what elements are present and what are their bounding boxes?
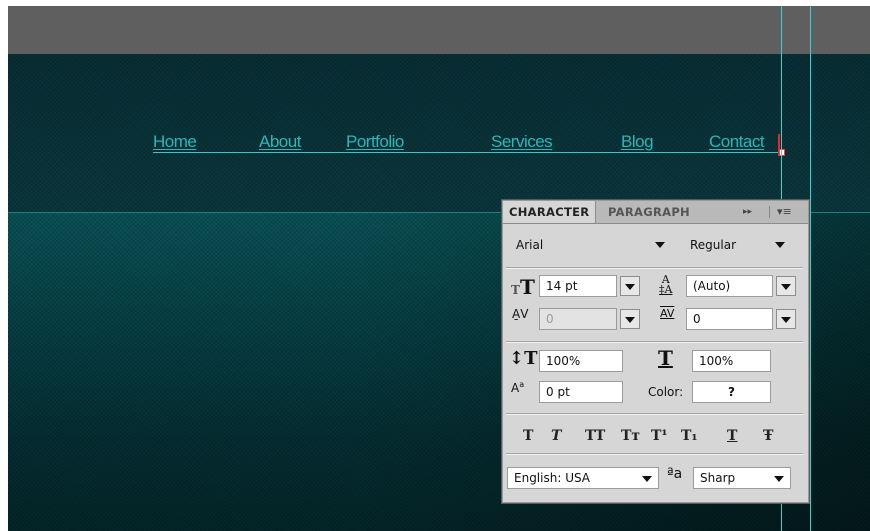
subscript-button[interactable]: T₁ [681, 429, 698, 443]
horizontal-scale-icon: T [658, 346, 673, 370]
color-swatch-value: ? [728, 385, 735, 399]
font-family-dropdown-icon[interactable] [655, 242, 665, 248]
nav-item-portfolio[interactable]: Portfolio [346, 132, 404, 152]
anti-aliasing-select[interactable]: Sharp [693, 467, 791, 489]
header-bar [8, 6, 870, 54]
collapse-panel-icon[interactable]: ▸▸ [743, 201, 752, 223]
panel-menu-icon[interactable]: ▾≡ [777, 201, 792, 223]
vertical-scale-field[interactable]: 100% [539, 350, 623, 372]
horizontal-scale-value: 100% [699, 354, 734, 368]
language-value: English: USA [514, 471, 591, 485]
horizontal-scale-field[interactable]: 100% [692, 350, 771, 372]
tracking-value: 0 [693, 312, 701, 326]
tracking-icon: AV [660, 307, 675, 320]
baseline-shift-icon: Aa [511, 380, 525, 395]
kerning-field[interactable]: 0 [539, 308, 617, 330]
section-divider [506, 341, 803, 343]
leading-icon: A ‡A [659, 273, 673, 296]
font-size-value: 14 pt [546, 279, 578, 293]
tracking-field[interactable]: 0 [686, 308, 773, 330]
anti-aliasing-icon: ªa [667, 466, 683, 482]
chevron-down-icon [781, 317, 791, 323]
chevron-down-icon [642, 476, 652, 482]
nav-item-blog[interactable]: Blog [621, 132, 654, 152]
guide-line-right[interactable] [810, 6, 811, 531]
all-caps-button[interactable]: TT [585, 429, 605, 443]
panel-tab-bar: CHARACTER PARAGRAPH ▸▸ ▾≡ [503, 201, 808, 224]
kerning-value: 0 [546, 312, 554, 326]
chevron-down-icon [774, 476, 784, 482]
chevron-down-icon [625, 317, 635, 323]
color-swatch[interactable]: ? [692, 381, 771, 403]
strikethrough-button[interactable]: Ŧ [763, 429, 773, 443]
leading-value: (Auto) [693, 279, 731, 293]
section-divider [506, 267, 803, 269]
nav-item-contact[interactable]: Contact [709, 132, 765, 152]
font-style-value: Regular [690, 238, 737, 252]
vertical-scale-icon: ↕T [509, 348, 538, 369]
font-size-dropdown-button[interactable] [620, 276, 640, 296]
underline-button[interactable]: T [727, 429, 737, 443]
character-panel: CHARACTER PARAGRAPH ▸▸ ▾≡ Arial Regular … [502, 200, 809, 503]
text-cursor-handle[interactable] [779, 149, 785, 156]
leading-field[interactable]: (Auto) [686, 275, 773, 297]
font-family-value: Arial [516, 238, 544, 252]
baseline-shift-value: 0 pt [546, 385, 570, 399]
chevron-down-icon [625, 284, 635, 290]
tab-paragraph[interactable]: PARAGRAPH [602, 201, 696, 223]
section-divider [506, 413, 803, 415]
vertical-scale-value: 100% [546, 354, 581, 368]
anti-aliasing-value: Sharp [700, 471, 736, 485]
color-label: Color: [648, 385, 684, 399]
tracking-dropdown-button[interactable] [776, 309, 796, 329]
chevron-down-icon [781, 284, 791, 290]
faux-bold-button[interactable]: T [523, 429, 533, 443]
nav-item-about[interactable]: About [259, 132, 301, 152]
kerning-dropdown-button[interactable] [620, 309, 640, 329]
font-family-select[interactable]: Arial [509, 234, 674, 256]
font-size-icon: TT [511, 275, 535, 299]
leading-dropdown-button[interactable] [776, 276, 796, 296]
font-size-field[interactable]: 14 pt [539, 275, 617, 297]
small-caps-button[interactable]: Tт [621, 429, 640, 443]
tab-bar-divider [769, 206, 770, 218]
navigation-menu: Home About Portfolio Services Blog Conta… [153, 132, 779, 153]
baseline-shift-field[interactable]: 0 pt [539, 381, 623, 403]
kerning-icon: A̱V [512, 307, 529, 321]
section-divider [506, 453, 803, 455]
font-style-dropdown-icon[interactable] [775, 242, 785, 248]
nav-item-services[interactable]: Services [491, 132, 553, 152]
nav-item-home[interactable]: Home [153, 132, 197, 152]
superscript-button[interactable]: T¹ [651, 429, 668, 443]
faux-italic-button[interactable]: T [551, 429, 561, 443]
tab-character[interactable]: CHARACTER [503, 201, 597, 223]
language-select[interactable]: English: USA [507, 467, 659, 489]
